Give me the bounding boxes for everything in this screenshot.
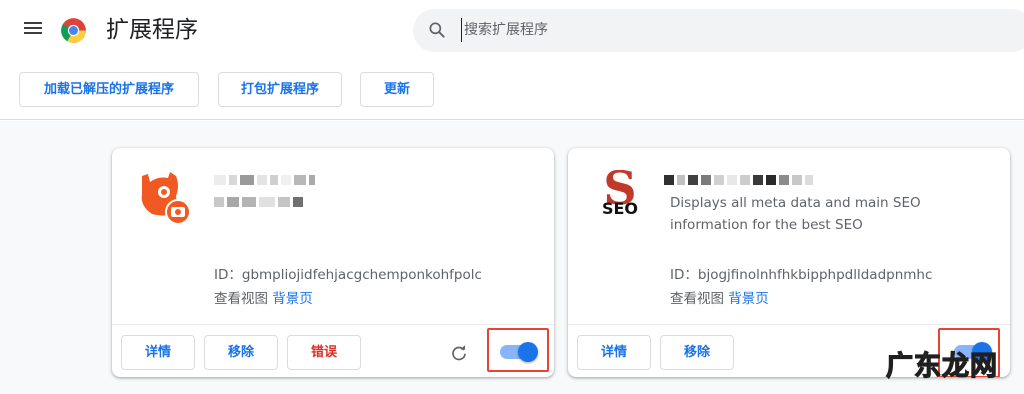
chrome-logo-icon: [61, 18, 86, 43]
extension-description: Displays all meta data and main SEO info…: [670, 195, 921, 233]
search-box[interactable]: [413, 9, 1024, 52]
orange-camera-extension-icon: [141, 172, 191, 224]
update-button[interactable]: 更新: [360, 72, 434, 107]
extension-card: ID：gbmpliojidfehjacgchemponkohfpolc 查看视图…: [112, 148, 554, 377]
toggle-highlight-box: [487, 328, 549, 372]
remove-button[interactable]: 移除: [204, 335, 278, 370]
background-page-link[interactable]: 背景页: [728, 291, 769, 307]
search-input[interactable]: [461, 18, 981, 42]
extension-id: ID：bjogjfinolnhfhkbipphpdlldadpnmhc: [670, 267, 933, 283]
pack-extension-button[interactable]: 打包扩展程序: [218, 72, 342, 107]
reload-icon[interactable]: [450, 344, 468, 362]
details-button[interactable]: 详情: [577, 335, 651, 370]
background-page-link[interactable]: 背景页: [272, 291, 313, 307]
seo-logo-icon: S SEO: [602, 170, 638, 218]
extensions-list: ID：gbmpliojidfehjacgchemponkohfpolc 查看视图…: [0, 121, 1024, 394]
page-title: 扩展程序: [106, 17, 198, 43]
load-unpacked-button[interactable]: 加载已解压的扩展程序: [19, 72, 199, 107]
inspect-views-label: 查看视图: [214, 291, 268, 307]
blurred-extension-name: [214, 175, 315, 185]
card-footer: 详情 移除 错误: [112, 324, 554, 377]
errors-button[interactable]: 错误: [287, 335, 361, 370]
blurred-extension-name: [664, 175, 813, 185]
inspect-views-label: 查看视图: [670, 291, 724, 307]
extension-id: ID：gbmpliojidfehjacgchemponkohfpolc: [214, 267, 482, 283]
search-icon: [429, 22, 445, 38]
site-watermark: 广东龙网: [885, 350, 998, 382]
details-button[interactable]: 详情: [121, 335, 195, 370]
inspect-views: 查看视图 背景页: [670, 287, 769, 307]
blurred-extension-version: [214, 197, 303, 207]
remove-button[interactable]: 移除: [660, 335, 734, 370]
developer-toolbar: 加载已解压的扩展程序 打包扩展程序 更新: [0, 60, 1024, 120]
hamburger-menu-icon[interactable]: [22, 19, 44, 41]
top-bar: 扩展程序: [0, 0, 1024, 60]
extension-card: S SEO Displays all meta data and main SE…: [568, 148, 1010, 377]
inspect-views: 查看视图 背景页: [214, 287, 313, 307]
seo-logo-text: SEO: [602, 199, 638, 218]
